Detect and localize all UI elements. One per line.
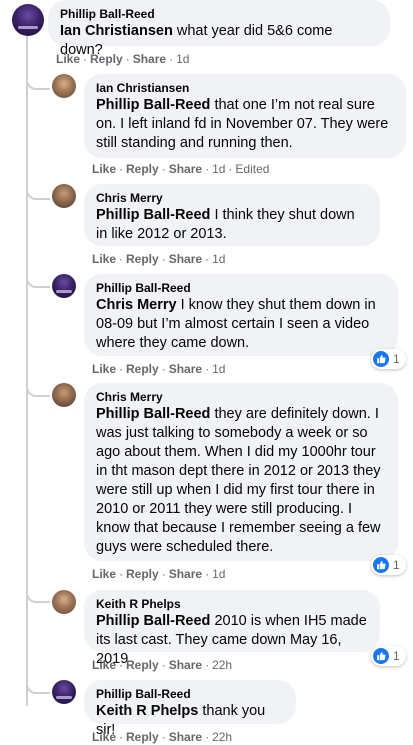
thumbs-up-icon [373,557,389,573]
mention-link[interactable]: Phillip Ball-Reed [96,207,210,223]
comment-bubble: Keith R Phelps Phillip Ball-Reed 2010 is… [84,590,380,667]
like-button[interactable]: Like [56,52,80,66]
comment-actions: Like · Reply · Share · 22h [92,730,233,744]
share-button[interactable]: Share [169,567,202,581]
comment-author[interactable]: Ian Christiansen [96,80,394,96]
timestamp[interactable]: 1d [212,252,225,266]
thread-connector [26,184,50,200]
thread-line [26,36,28,706]
avatar[interactable] [52,680,76,704]
avatar[interactable] [52,274,76,298]
reply-button[interactable]: Reply [126,362,159,376]
avatar[interactable] [52,383,76,407]
comment-bubble: Phillip Ball-Reed Keith R Phelps thank y… [84,680,296,738]
reaction-count: 1 [393,352,400,366]
like-button[interactable]: Like [92,730,116,744]
mention-link[interactable]: Ian Christiansen [60,23,173,39]
timestamp[interactable]: 1d [212,362,225,376]
mention-link[interactable]: Keith R Phelps [96,703,198,719]
mention-link[interactable]: Phillip Ball-Reed [96,613,210,629]
reaction-count: 1 [393,558,400,572]
comment-bubble: Ian Christiansen Phillip Ball-Reed that … [84,74,406,158]
reply-button[interactable]: Reply [90,52,123,66]
comment-author[interactable]: Chris Merry [96,190,368,206]
share-button[interactable]: Share [169,362,202,376]
comment-bubble: Chris Merry Phillip Ball-Reed they are d… [84,383,398,561]
comment-actions: Like · Reply · Share · 22h [92,658,233,672]
reply-button[interactable]: Reply [126,658,159,672]
reply-button[interactable]: Reply [126,730,159,744]
comment-bubble: Phillip Ball-Reed Ian Christiansen what … [48,0,390,58]
thumbs-up-icon [373,648,389,664]
comment-bubble: Phillip Ball-Reed Chris Merry I know the… [84,274,398,356]
timestamp[interactable]: 1d [212,162,225,176]
reply-button[interactable]: Reply [126,252,159,266]
thread-connector [26,272,50,288]
mention-link[interactable]: Phillip Ball-Reed [96,406,210,422]
timestamp[interactable]: 22h [212,658,232,672]
mention-link[interactable]: Chris Merry [96,297,177,313]
avatar[interactable] [52,74,76,98]
reply-button[interactable]: Reply [126,567,159,581]
timestamp[interactable]: 1d [212,567,225,581]
like-button[interactable]: Like [92,162,116,176]
avatar[interactable] [12,4,44,36]
reaction-count: 1 [393,649,400,663]
thread-connector [26,74,50,90]
comment-actions: Like · Reply · Share · 1d [92,362,226,376]
thread-connector [26,678,50,694]
comment-author[interactable]: Phillip Ball-Reed [96,686,284,702]
comment-author[interactable]: Chris Merry [96,389,386,405]
edited-label: Edited [235,162,270,176]
timestamp[interactable]: 1d [176,52,189,66]
avatar[interactable] [52,590,76,614]
thread-connector [26,587,50,603]
mention-link[interactable]: Phillip Ball-Reed [96,97,210,113]
thread-connector [26,381,50,397]
reaction-badge[interactable]: 1 [371,555,406,575]
share-button[interactable]: Share [133,52,166,66]
comment-actions: Like · Reply · Share · 1d [92,567,226,581]
avatar[interactable] [52,184,76,208]
reaction-badge[interactable]: 1 [371,349,406,369]
comment-author[interactable]: Keith R Phelps [96,596,368,612]
comment-author[interactable]: Phillip Ball-Reed [96,280,386,296]
share-button[interactable]: Share [169,162,202,176]
comment-text: Chris Merry I know they shut them down i… [96,296,386,353]
share-button[interactable]: Share [169,658,202,672]
timestamp[interactable]: 22h [212,730,232,744]
comment-actions: Like · Reply · Share · 1d [92,252,226,266]
comment-text: Phillip Ball-Reed that one I’m not real … [96,96,394,153]
like-button[interactable]: Like [92,252,116,266]
comment-author[interactable]: Phillip Ball-Reed [60,6,378,22]
comment-actions: Like · Reply · Share · 1d [56,52,190,66]
comment-actions: Like · Reply · Share · 1d · Edited [92,162,270,176]
reaction-badge[interactable]: 1 [371,646,406,666]
share-button[interactable]: Share [169,730,202,744]
comment-body: they are definitely down. I was just tal… [96,406,381,555]
comment-bubble: Chris Merry Phillip Ball-Reed I think th… [84,184,380,246]
comment-text: Phillip Ball-Reed they are definitely do… [96,405,386,557]
share-button[interactable]: Share [169,252,202,266]
comment-text: Phillip Ball-Reed I think they shut down… [96,206,368,244]
thumbs-up-icon [373,351,389,367]
like-button[interactable]: Like [92,362,116,376]
like-button[interactable]: Like [92,658,116,672]
like-button[interactable]: Like [92,567,116,581]
reply-button[interactable]: Reply [126,162,159,176]
